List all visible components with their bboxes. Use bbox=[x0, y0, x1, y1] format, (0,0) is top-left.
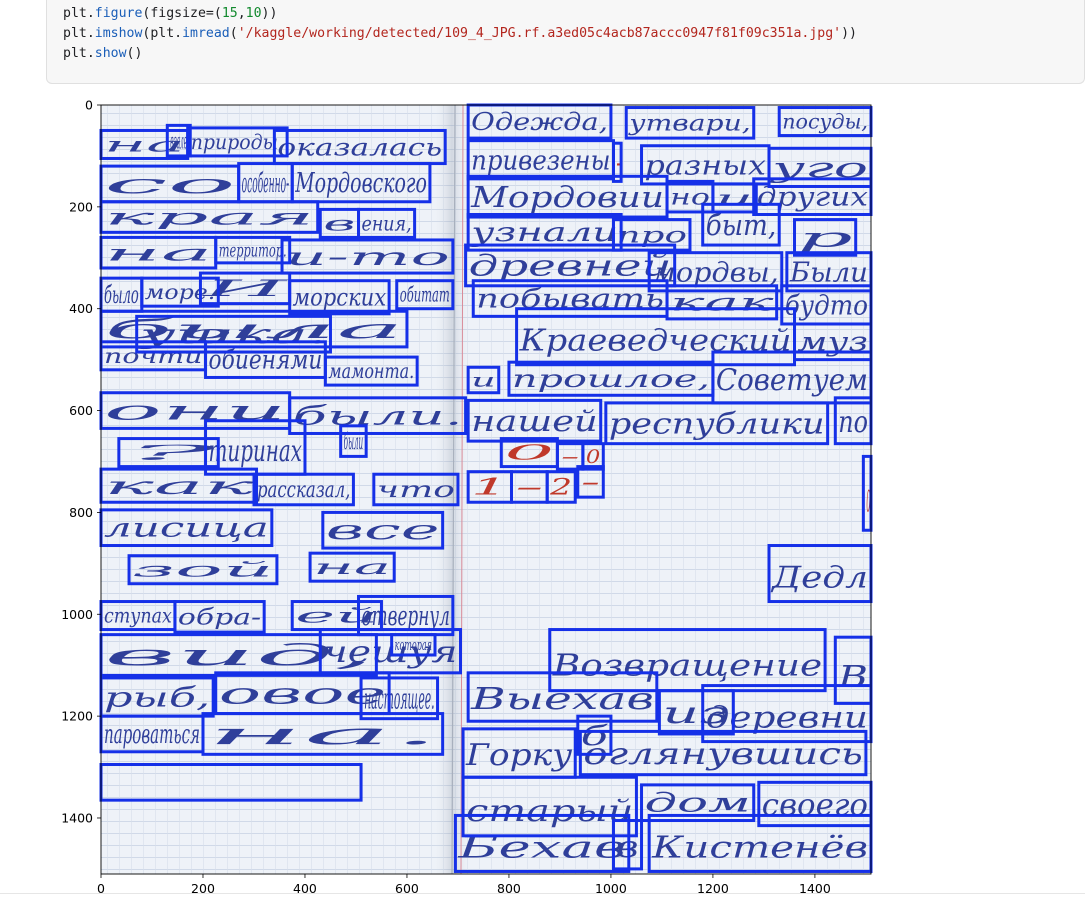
y-tick-label: 800 bbox=[69, 505, 93, 520]
right-page-handwritten-word: 2 bbox=[549, 476, 573, 501]
right-page-handwritten-word: и bbox=[716, 186, 753, 210]
left-page-handwritten-word: мамонта. bbox=[328, 359, 414, 383]
left-page-handwritten-word: особенно- bbox=[242, 167, 290, 199]
right-page-handwritten-word: древней bbox=[469, 249, 672, 283]
left-page-handwritten-word: морских bbox=[293, 284, 387, 312]
right-page-handwritten-word: Возвращение bbox=[551, 648, 822, 683]
left-page-handwritten-word: на. bbox=[206, 717, 440, 751]
left-page-handwritten-word: пароваться bbox=[104, 720, 200, 750]
right-page-handwritten-word: 0 bbox=[504, 441, 555, 465]
y-tick-label: 1000 bbox=[61, 607, 93, 622]
left-page-handwritten-word: обитат bbox=[400, 283, 450, 307]
right-page-handwritten-word: 0 bbox=[586, 447, 601, 468]
left-page-handwritten-word: обиенями bbox=[209, 346, 323, 376]
left-page-handwritten-word: рассказал, bbox=[257, 478, 350, 503]
left-page-handwritten-word: со bbox=[104, 170, 236, 200]
left-page-handwritten-word: ступах bbox=[104, 604, 172, 628]
left-page-handwritten-word: настоящее. bbox=[364, 681, 435, 715]
left-page-handwritten-word: тиринах bbox=[209, 434, 302, 469]
page-bottom-divider bbox=[0, 893, 1085, 894]
right-page-handwritten-word: Советуем bbox=[716, 363, 868, 398]
right-page-handwritten-word: республики bbox=[609, 406, 825, 440]
right-page-handwritten-word: - bbox=[581, 471, 601, 496]
right-page-handwritten-word: старый bbox=[466, 794, 633, 829]
right-page-handwritten-word: мордвы, bbox=[652, 256, 779, 288]
left-page-handwritten-word: оказалась bbox=[277, 133, 442, 161]
y-tick-label: 600 bbox=[69, 403, 93, 418]
left-page-handwritten-word: территор. bbox=[219, 241, 287, 262]
left-page-handwritten-word: и-то bbox=[285, 243, 450, 271]
left-page-handwritten-word: на bbox=[313, 555, 391, 579]
right-page-handwritten-word: прошлое, bbox=[512, 365, 710, 393]
left-page-handwritten-word: все bbox=[326, 516, 440, 546]
right-page-handwritten-word: и bbox=[471, 370, 496, 391]
code-line-2: plt.imshow(plt.imread('/kaggle/working/d… bbox=[63, 26, 857, 41]
right-page-handwritten-word: Кистенёв bbox=[651, 830, 868, 865]
right-page-handwritten-word: Одежда, bbox=[471, 108, 608, 136]
left-page-handwritten-word: на bbox=[104, 241, 213, 266]
left-page-handwritten-word: было bbox=[104, 281, 139, 309]
right-page-handwritten-word: 1 bbox=[471, 476, 508, 501]
left-page-handwritten-word: Мордовского bbox=[295, 167, 427, 199]
right-page-handwritten-word: нашей bbox=[471, 404, 598, 438]
cell-output: на взале природы. оказалась со особенно- Мордо… bbox=[0, 90, 1085, 898]
left-page-handwritten-word: ения, bbox=[362, 211, 412, 235]
right-page-handwritten-word: будто bbox=[785, 289, 868, 321]
code-cell[interactable]: plt.figure(figsize=(15,10)) plt.imshow(p… bbox=[46, 0, 1085, 84]
right-page-handwritten-word: В bbox=[837, 660, 868, 695]
left-page-handwritten-word: рыб, bbox=[104, 682, 210, 714]
right-page-handwritten-word: Дедл bbox=[770, 561, 868, 596]
y-tick-label: 1200 bbox=[61, 709, 93, 724]
left-page-handwritten-word: края bbox=[104, 206, 315, 231]
left-page-handwritten-word: в bbox=[323, 211, 355, 235]
right-page-handwritten-word: утвари, bbox=[628, 111, 751, 136]
right-page-handwritten-word: Были bbox=[789, 256, 868, 288]
right-page-handwritten-word: привезены bbox=[471, 144, 610, 176]
left-page-handwritten-word: были. bbox=[293, 402, 463, 432]
right-page-handwritten-word: по bbox=[838, 405, 868, 440]
right-page-handwritten-word: Горку bbox=[465, 738, 573, 773]
right-page-handwritten-word: своего bbox=[762, 788, 868, 823]
right-page-handwritten-word: Выехав bbox=[470, 682, 654, 717]
y-tick-label: 400 bbox=[69, 301, 93, 316]
left-page-handwritten-word: отвернул bbox=[362, 600, 450, 632]
left-page-handwritten-word: зой bbox=[132, 558, 274, 582]
left-page-handwritten-word: И bbox=[199, 277, 290, 302]
y-tick-label: 1400 bbox=[61, 810, 93, 825]
left-page-handwritten-word: взале bbox=[170, 129, 187, 154]
right-page-handwritten-word: - bbox=[560, 447, 580, 468]
imshow-figure: навзале природы.оказаласьсо особенно- Мордо… bbox=[61, 98, 873, 896]
left-page-handwritten-word: природы. bbox=[191, 130, 284, 154]
right-page-handwritten-word: посуды, bbox=[782, 110, 868, 134]
code-line-1: plt.figure(figsize=(15,10)) bbox=[63, 6, 278, 21]
y-tick-label: 200 bbox=[69, 199, 93, 214]
left-page-handwritten-word: как bbox=[104, 472, 256, 500]
left-page-handwritten-word: лисица bbox=[104, 514, 269, 544]
y-tick-label: 0 bbox=[85, 98, 93, 113]
right-page-handwritten-word: Мордовии bbox=[470, 180, 664, 214]
left-page-handwritten-word: что bbox=[377, 478, 455, 503]
code-line-3: plt.show() bbox=[63, 46, 143, 61]
left-page-handwritten-word: ? bbox=[122, 441, 217, 465]
right-page-handwritten-word: - bbox=[514, 476, 544, 501]
left-page-handwritten-word: обра- bbox=[178, 605, 261, 630]
right-page-handwritten-word: как bbox=[670, 289, 776, 317]
right-page-handwritten-word: р bbox=[798, 223, 853, 253]
